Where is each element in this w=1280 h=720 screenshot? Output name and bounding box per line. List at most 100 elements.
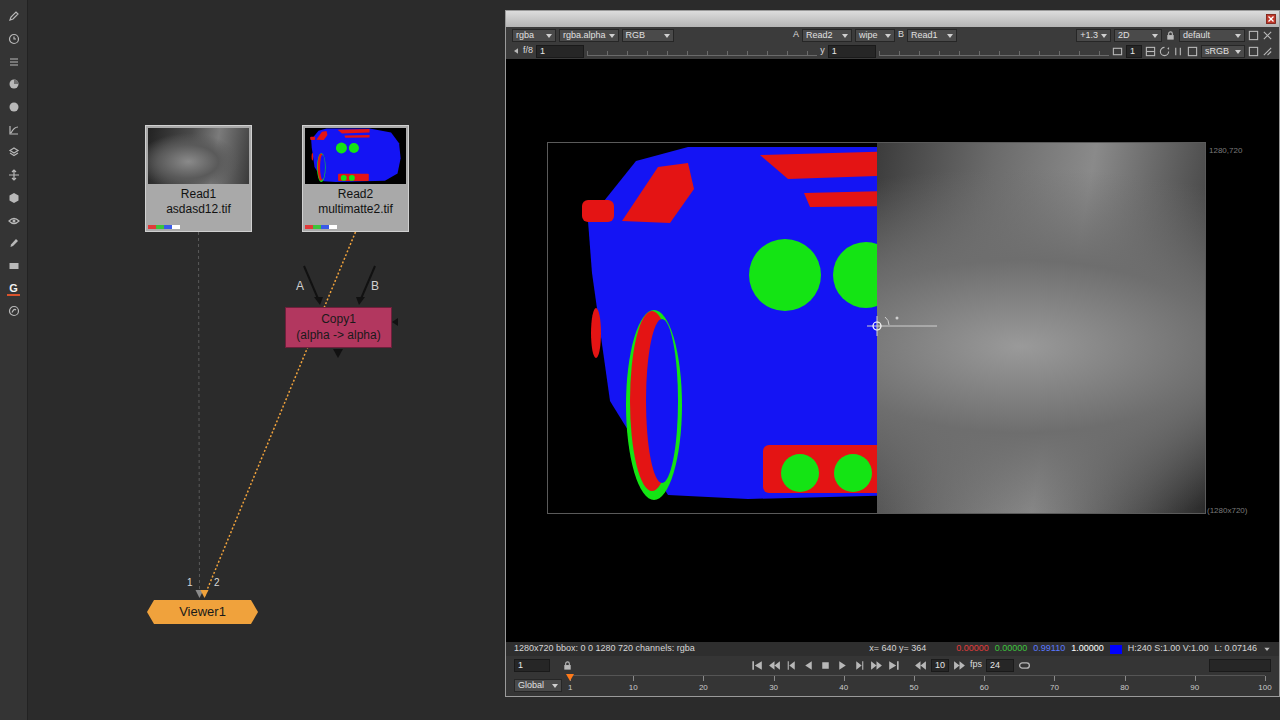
multimatte-render: [548, 143, 877, 513]
node-name: Copy1: [288, 311, 389, 327]
clock-icon[interactable]: [8, 33, 20, 45]
a-input-dropdown[interactable]: Read2: [802, 29, 852, 42]
compare-mode-dropdown[interactable]: wipe: [855, 29, 895, 42]
stop-icon[interactable]: [819, 659, 832, 672]
play-backward-icon[interactable]: [802, 659, 815, 672]
timeline-tick-label: 10: [629, 683, 638, 692]
input-process-icon[interactable]: [1187, 46, 1198, 57]
keyer-icon[interactable]: [8, 124, 20, 136]
views-icon[interactable]: [8, 215, 20, 227]
lut-dropdown[interactable]: default: [1179, 29, 1245, 42]
connection-line[interactable]: [201, 232, 356, 598]
close-icon[interactable]: [1266, 14, 1276, 24]
fstop-arrow-icon[interactable]: [512, 46, 520, 56]
timeline-scope-dropdown[interactable]: Global: [514, 679, 562, 692]
settings-icon[interactable]: [1248, 30, 1259, 41]
resize-icon[interactable]: [1262, 46, 1273, 57]
roi-icon[interactable]: [1145, 46, 1156, 57]
gamma-field[interactable]: 1: [828, 45, 876, 58]
node-label: (alpha -> alpha): [288, 327, 389, 343]
gamma-slider[interactable]: [879, 47, 1109, 56]
timeline-tick: [1195, 676, 1196, 681]
toolbar: G: [0, 0, 28, 720]
viewer-node[interactable]: Viewer1: [147, 600, 258, 624]
3d-icon[interactable]: [8, 192, 20, 204]
skip-forward-icon[interactable]: [953, 659, 966, 672]
prev-key-icon[interactable]: [768, 659, 781, 672]
gizmo-tool[interactable]: G: [7, 282, 20, 296]
input-label: A: [296, 280, 304, 293]
display-channels-dropdown[interactable]: RGB: [622, 29, 674, 42]
color-icon[interactable]: [8, 78, 20, 90]
input-pipe[interactable]: [304, 266, 323, 305]
view-mode-dropdown[interactable]: 2D: [1114, 29, 1162, 42]
frame-lock-icon[interactable]: [562, 660, 573, 671]
channels-dropdown[interactable]: rgba: [512, 29, 556, 42]
node-graph[interactable]: Read1asdasd12.tif Read2multimatte2.tif Cop…: [28, 0, 505, 720]
timeline-tick-label: 30: [769, 683, 778, 692]
paint-icon[interactable]: [8, 237, 20, 249]
last-frame-icon[interactable]: [887, 659, 900, 672]
channel-indicator: [148, 225, 180, 229]
b-input-dropdown[interactable]: Read1: [907, 29, 957, 42]
wipe-input-a: [548, 143, 877, 513]
loop-icon[interactable]: [1018, 659, 1031, 672]
read-node[interactable]: Read2multimatte2.tif: [302, 125, 409, 232]
next-key-icon[interactable]: [870, 659, 883, 672]
pencil-icon[interactable]: [8, 10, 20, 22]
play-forward-icon[interactable]: [836, 659, 849, 672]
image-icon[interactable]: [8, 260, 20, 272]
timeline-tick: [844, 676, 845, 681]
transform-icon[interactable]: [8, 169, 20, 181]
timeline-tick: [633, 676, 634, 681]
format-label: (1280x720): [1207, 505, 1247, 517]
copy-node[interactable]: Copy1(alpha -> alpha): [285, 307, 392, 348]
timeline-tick: [1054, 676, 1055, 681]
node-name: Read2: [305, 184, 406, 202]
frame-field[interactable]: 1: [514, 659, 550, 672]
timeline-tick-label: 20: [699, 683, 708, 692]
viewer-controls: f/81y11sRGB: [506, 43, 1279, 59]
next-frame-icon[interactable]: [853, 659, 866, 672]
filter-icon[interactable]: [8, 101, 20, 113]
fstop-label[interactable]: f/8: [523, 44, 533, 58]
skip-back-icon[interactable]: [914, 659, 927, 672]
wipe-handle[interactable]: [867, 313, 947, 339]
refresh-icon[interactable]: [1159, 46, 1170, 57]
increment-field[interactable]: 10: [931, 659, 949, 672]
fps-field[interactable]: 24: [986, 659, 1014, 672]
hsv-readout: H:240 S:1.00 V:1.00: [1128, 642, 1209, 656]
read-node[interactable]: Read1asdasd12.tif: [145, 125, 252, 232]
current-frame-marker[interactable]: [566, 674, 574, 681]
timeline-tick-label: 90: [1190, 683, 1199, 692]
pixel-value: 0.99110: [1033, 642, 1065, 656]
proxy-field[interactable]: 1: [1126, 45, 1142, 58]
channel-icon[interactable]: [8, 56, 20, 68]
clear-icon[interactable]: [1262, 30, 1273, 41]
alpha-channel-dropdown[interactable]: rgba.alpha: [559, 29, 619, 42]
image-frame: [548, 143, 1205, 513]
timeline-tick-label: 50: [910, 683, 919, 692]
pixel-value: 0.00000: [995, 642, 1028, 656]
colorspace-dropdown[interactable]: sRGB: [1201, 45, 1245, 58]
zoom-dropdown[interactable]: +1.3: [1076, 29, 1111, 42]
lock-icon[interactable]: [1165, 30, 1176, 41]
status-menu-icon[interactable]: [1263, 645, 1271, 653]
other-icon[interactable]: [8, 305, 20, 317]
proxy-icon[interactable]: [1112, 46, 1123, 57]
range-field[interactable]: [1209, 659, 1271, 672]
ip-icon[interactable]: [1248, 46, 1259, 57]
gain-slider[interactable]: [587, 47, 817, 56]
luma-readout: L: 0.07146: [1214, 642, 1257, 656]
pause-icon[interactable]: [1173, 46, 1184, 57]
timeline-track[interactable]: 1102030405060708090100: [570, 675, 1265, 695]
playback-bar: 110fps24: [506, 656, 1279, 674]
merge-icon[interactable]: [8, 146, 20, 158]
first-frame-icon[interactable]: [751, 659, 764, 672]
viewer-canvas[interactable]: 1280,720(1280x720): [506, 59, 1279, 642]
connection-line[interactable]: [196, 232, 204, 598]
node-file: asdasd12.tif: [148, 202, 249, 217]
prev-frame-icon[interactable]: [785, 659, 798, 672]
timeline-tick: [1265, 676, 1266, 681]
gain-field[interactable]: 1: [536, 45, 584, 58]
